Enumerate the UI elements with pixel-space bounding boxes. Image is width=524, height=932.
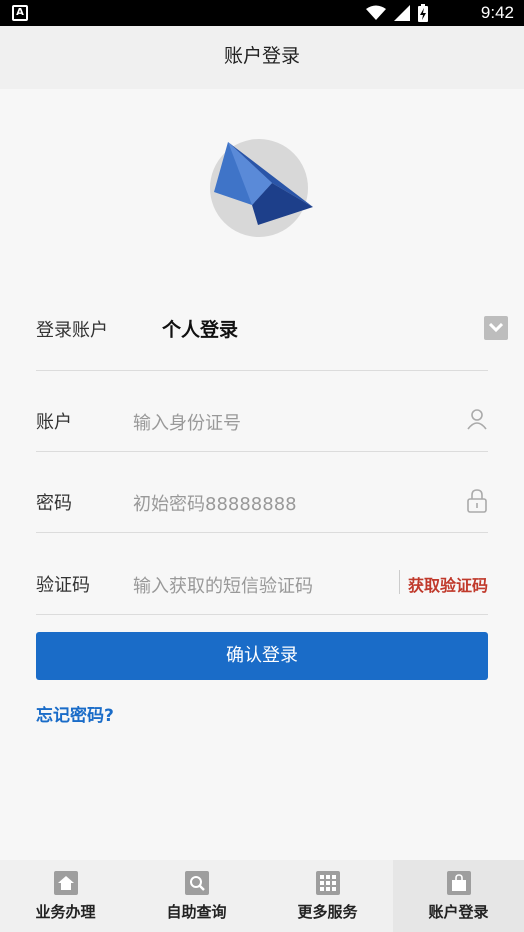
tab-more-services[interactable]: 更多服务 (262, 860, 393, 932)
code-label: 验证码 (36, 575, 90, 596)
tab-label: 业务办理 (35, 903, 96, 921)
paper-plane-logo-icon (214, 142, 313, 225)
account-label: 账户 (36, 412, 72, 433)
page-title: 账户登录 (223, 45, 300, 67)
home-icon (53, 871, 78, 895)
forgot-password-link[interactable]: 忘记密码? (36, 701, 114, 726)
search-icon (184, 871, 209, 895)
user-icon (467, 409, 487, 430)
wifi-icon (366, 5, 386, 20)
account-row: 账户 输入身份证号 (36, 371, 488, 452)
login-button[interactable]: 确认登录 (36, 632, 488, 680)
tab-self-query[interactable]: 自助查询 (131, 860, 262, 932)
password-row: 密码 初始密码88888888 (36, 452, 488, 533)
chevron-down-icon[interactable] (484, 316, 508, 340)
account-type-select[interactable]: 个人登录 (162, 315, 238, 342)
status-time: 9:42 (480, 3, 514, 22)
tab-business[interactable]: 业务办理 (0, 860, 131, 932)
tab-label: 更多服务 (297, 903, 358, 921)
password-label: 密码 (36, 493, 72, 514)
get-code-button[interactable]: 获取验证码 (408, 572, 488, 596)
notification-icon: A (12, 5, 28, 21)
title-bar: 账户登录 (0, 26, 524, 89)
bag-icon (446, 871, 471, 895)
password-input[interactable]: 初始密码88888888 (133, 490, 297, 516)
code-input[interactable]: 输入获取的短信验证码 (133, 572, 313, 598)
tab-label: 自助查询 (166, 903, 227, 921)
tab-label: 账户登录 (428, 903, 489, 921)
tab-account-login[interactable]: 账户登录 (393, 860, 524, 932)
code-row: 验证码 输入获取的短信验证码 获取验证码 (36, 534, 488, 615)
code-divider (399, 570, 400, 594)
lock-icon (467, 489, 487, 513)
grid-icon (315, 871, 340, 895)
account-type-label: 登录账户 (36, 320, 108, 341)
account-input[interactable]: 输入身份证号 (133, 409, 241, 435)
battery-icon (418, 4, 428, 22)
app-logo (210, 139, 313, 237)
status-bar: A 9:42 (0, 0, 524, 26)
bottom-tab-bar: 业务办理 自助查询 更多服务 账户登录 (0, 860, 524, 932)
signal-icon (394, 5, 410, 21)
account-type-row[interactable]: 登录账户 个人登录 (36, 290, 508, 371)
